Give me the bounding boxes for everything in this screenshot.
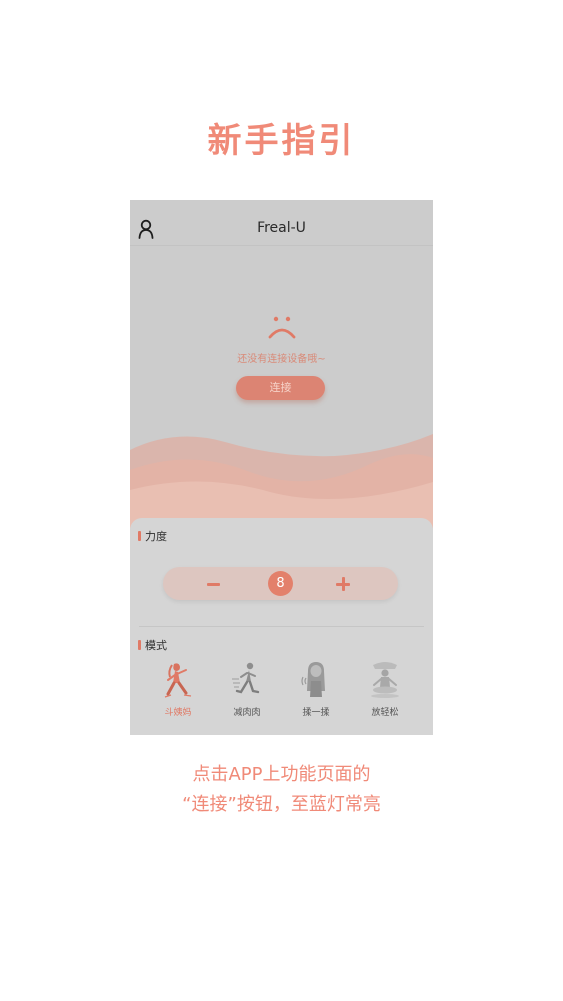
mode-item-knead[interactable]: 揉一揉	[286, 661, 346, 718]
runner-icon	[232, 662, 260, 694]
app-screenshot: Freal-U 还没有连接设备哦~ 连接 力度 8 模式 斗姨妈 减肉肉 揉一揉…	[130, 200, 433, 735]
strength-value: 8	[268, 571, 293, 596]
wave-decoration	[130, 434, 433, 528]
strength-stepper: 8	[163, 567, 398, 600]
mode-label-slim: 减肉肉	[233, 708, 261, 718]
mode-label: 模式	[145, 639, 167, 652]
connect-button[interactable]: 连接	[236, 376, 325, 400]
mode-item-slim[interactable]: 减肉肉	[217, 661, 277, 718]
control-panel: 力度 8 模式 斗姨妈 减肉肉 揉一揉 放轻松	[130, 518, 433, 735]
mode-label-dance: 斗姨妈	[164, 708, 192, 718]
dancer-icon	[164, 663, 192, 698]
sad-face-icon	[268, 316, 296, 339]
decrease-button[interactable]	[204, 574, 224, 594]
caption-line-2: “连接”按钮，至蓝灯常亮	[182, 794, 381, 815]
no-device-message: 还没有连接设备哦~	[237, 354, 326, 365]
divider	[139, 626, 424, 627]
strength-label: 力度	[145, 530, 167, 543]
increase-button[interactable]	[333, 574, 353, 594]
guide-title: 新手指引	[207, 121, 356, 161]
mode-label-relax: 放轻松	[371, 708, 399, 718]
mode-label-knead: 揉一揉	[302, 708, 330, 718]
section-marker	[138, 531, 141, 541]
mode-item-relax[interactable]: 放轻松	[355, 661, 415, 718]
person-long-hair-icon	[301, 662, 325, 697]
mode-item-dance[interactable]: 斗姨妈	[148, 661, 208, 718]
app-header: Freal-U	[130, 200, 433, 246]
caption-line-1: 点击APP上功能页面的	[192, 764, 371, 785]
meditation-icon	[371, 662, 399, 698]
app-title: Freal-U	[257, 220, 306, 236]
section-marker	[138, 640, 141, 650]
